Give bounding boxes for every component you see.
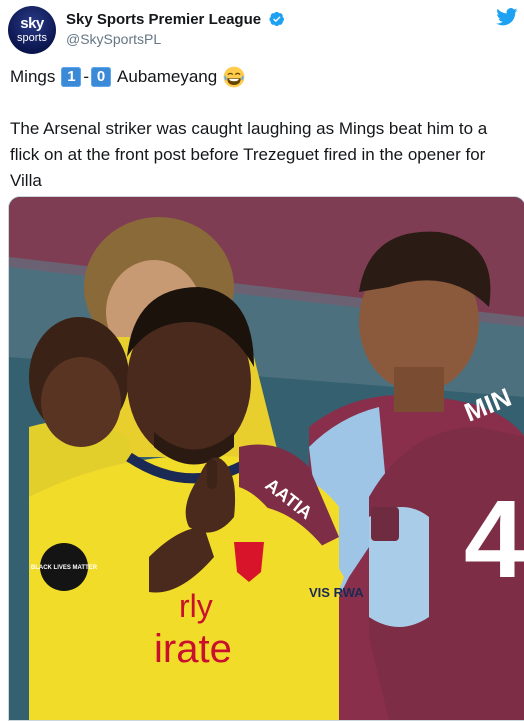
verified-badge-icon — [269, 11, 285, 27]
tweet-body-text: The Arsenal striker was caught laughing … — [10, 119, 488, 190]
black-lives-matter-badge: BLACK LIVES MATTER — [31, 565, 98, 571]
player-name-right: Aubameyang — [117, 67, 218, 86]
visit-sleeve-text: VIS RWA — [309, 585, 364, 600]
sponsor-text: irate — [154, 627, 232, 671]
avatar-sports-text: sports — [17, 32, 47, 44]
score-headline: Mings 1 - 0 Aubameyang — [10, 64, 245, 90]
score-left-keycap: 1 — [61, 67, 82, 87]
author-display-name[interactable]: Sky Sports Premier League — [66, 11, 261, 28]
shirt-number-back: 4 — [464, 478, 524, 601]
twitter-bird-icon[interactable] — [496, 8, 518, 26]
player-name-left: Mings — [10, 67, 56, 86]
score-right-keycap: 0 — [91, 67, 112, 87]
sponsor-prefix-text: rly — [179, 588, 213, 624]
tweet-header: sky sports Sky Sports Premier League @Sk… — [8, 6, 520, 56]
author-name-row[interactable]: Sky Sports Premier League — [66, 11, 285, 29]
match-photo: MIN 4 BLACK LIVES MATTER rly irate AATIA… — [9, 197, 524, 720]
avatar[interactable]: sky sports — [8, 6, 56, 54]
author-block: Sky Sports Premier League @SkySportsPL — [66, 11, 285, 49]
avatar-sky-text: sky — [20, 15, 44, 32]
laughing-emoji-icon — [223, 66, 245, 88]
author-handle[interactable]: @SkySportsPL — [66, 29, 285, 49]
tweet-photo[interactable]: MIN 4 BLACK LIVES MATTER rly irate AATIA… — [8, 196, 524, 721]
score-separator: - — [83, 67, 90, 86]
